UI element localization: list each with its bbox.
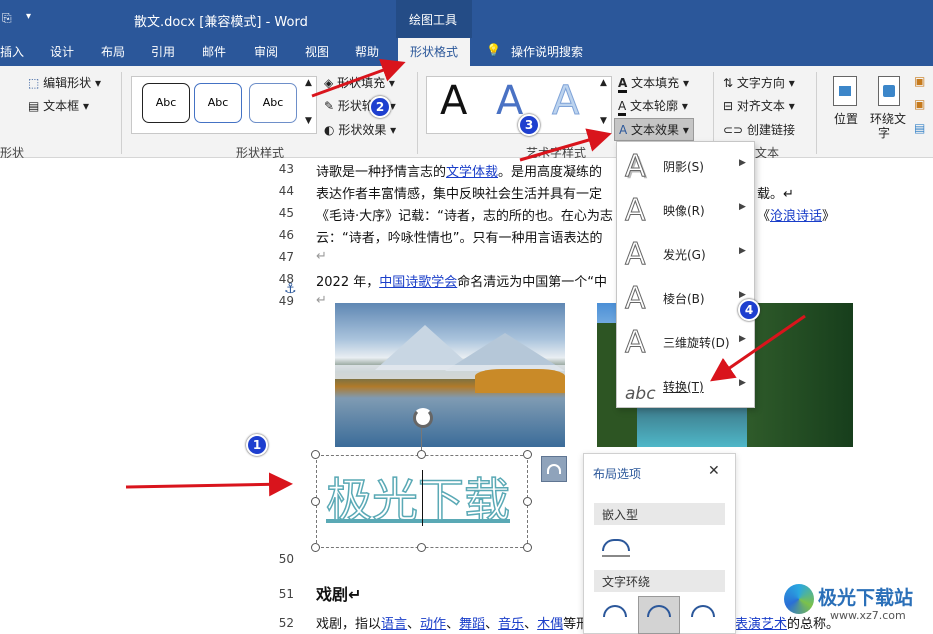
word-window: ⎘ ▾ 散文.docx [兼容模式] - Word 绘图工具 插入 设计 布局 … <box>0 0 933 634</box>
step-badge-2: 2 <box>369 96 391 118</box>
watermark: 极光下载站 www.xz7.com <box>784 582 930 632</box>
annotation-arrows <box>125 58 806 497</box>
step-badge-1: 1 <box>246 434 268 456</box>
step-badge-4: 4 <box>738 299 760 321</box>
arrow-to-wordart <box>125 472 293 497</box>
arrow-to-shape-format-tab <box>311 58 406 98</box>
watermark-url: www.xz7.com <box>830 609 906 622</box>
watermark-text: 极光下载站 <box>818 587 914 609</box>
step-badge-3: 3 <box>518 114 540 136</box>
arrow-to-text-effects <box>519 128 612 162</box>
arrow-to-transform <box>710 314 806 382</box>
watermark-logo-icon <box>784 584 814 614</box>
